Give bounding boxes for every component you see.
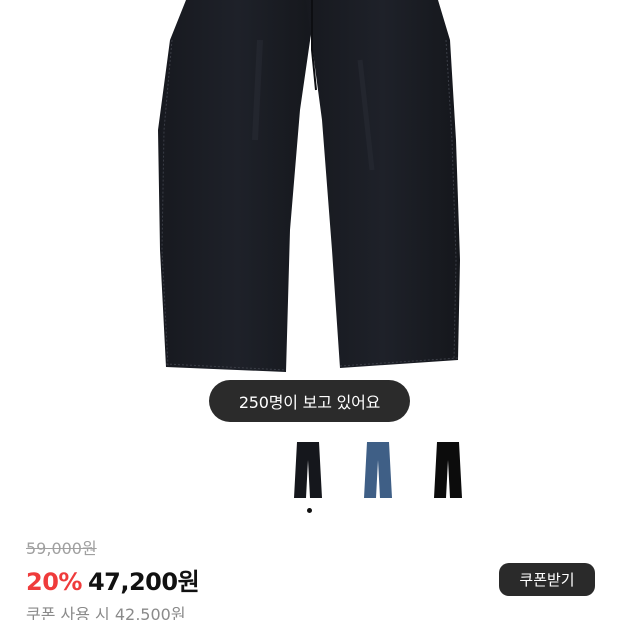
jeans-thumbnail-icon [294, 442, 322, 498]
product-main-image[interactable] [0, 0, 620, 375]
jeans-image [158, 0, 460, 372]
thumbnail-solid-black[interactable] [428, 440, 468, 504]
thumbnail-blue-denim[interactable] [358, 440, 398, 504]
selected-thumbnail-indicator [307, 508, 312, 513]
price-row: 20% 47,200원 [26, 562, 200, 597]
viewers-count-text: 250명이 보고 있어요 [238, 393, 381, 412]
coupon-price: 쿠폰 사용 시 42,500원 [26, 605, 186, 620]
get-coupon-button[interactable]: 쿠폰받기 [499, 563, 595, 596]
jeans-thumbnail-icon [364, 442, 392, 498]
discount-rate: 20% [26, 568, 82, 596]
get-coupon-label: 쿠폰받기 [519, 571, 575, 589]
sale-price: 47,200원 [87, 568, 200, 596]
original-price: 59,000원 [26, 539, 97, 558]
viewers-count-badge: 250명이 보고 있어요 [209, 380, 410, 422]
thumbnail-black-denim[interactable] [288, 440, 328, 504]
jeans-thumbnail-icon [434, 442, 462, 498]
